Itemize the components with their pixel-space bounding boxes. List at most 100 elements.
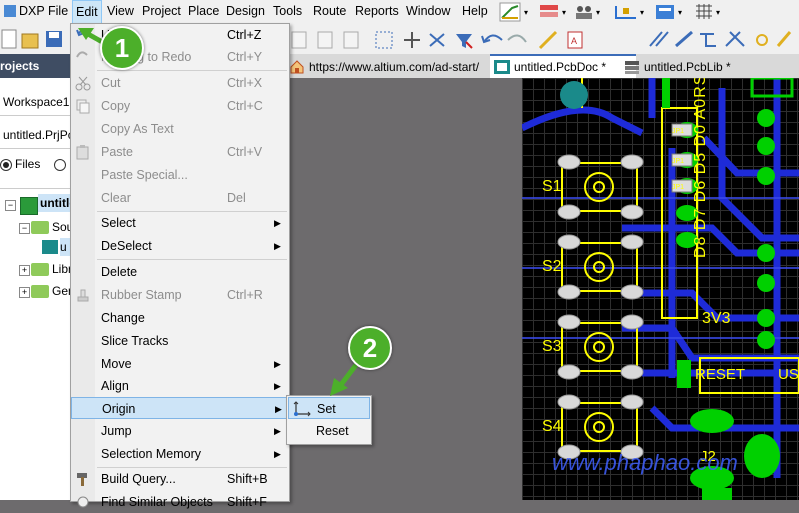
pcb-pin-label: D7 [692, 207, 709, 231]
pcb-pin-label: D0 [692, 123, 709, 147]
tab-pcbdoc[interactable]: untitled.PcbDoc * [490, 54, 636, 78]
menu-deselect[interactable]: DeSelect ▶ [71, 235, 289, 257]
tab-pcbdoc-label: untitled.PcbDoc * [514, 60, 607, 74]
menu-move[interactable]: Move ▶ [71, 353, 289, 375]
panel-divider [0, 188, 70, 189]
menu-rubber-stamp[interactable]: Rubber Stamp Ctrl+R [71, 284, 289, 306]
edit-menu-dropdown: UndoCtrl+Z Nothing to RedoCtrl+Y CutCtrl… [70, 23, 290, 509]
pcb-pin-labels: D8 D7 D6 D5 D0 A0RST [692, 78, 722, 308]
tree-item-pcbdoc[interactable]: u [60, 238, 70, 256]
svg-text:A: A [571, 36, 577, 46]
pcbdoc-icon [494, 60, 510, 74]
watermark: www.phaphao.com [552, 450, 738, 475]
pcb-label-jp1: JP1 [672, 128, 685, 135]
menu-build-query[interactable]: Build Query... Shift+B [71, 468, 289, 490]
tree-expand-toggle[interactable]: + [19, 287, 30, 298]
submenu-arrow-icon: ▶ [274, 218, 281, 228]
reports-menu[interactable]: Reports [355, 4, 399, 18]
menu-clear[interactable]: Clear Del [71, 187, 289, 209]
origin-set-icon [293, 401, 311, 417]
menu-select[interactable]: Select ▶ [71, 212, 289, 234]
svg-text:▾: ▾ [524, 8, 528, 17]
menubar: DXP File Edit View Project Place Design … [0, 0, 799, 25]
design-menu[interactable]: Design [226, 4, 265, 18]
projects-panel-title: rojects [0, 54, 70, 78]
menu-origin[interactable]: Origin ▶ [71, 397, 289, 419]
menu-slice-tracks[interactable]: Slice Tracks [71, 330, 289, 352]
stamp-icon [77, 289, 89, 302]
project-label[interactable]: untitled.PrjPc [3, 128, 74, 142]
menu-paste-special[interactable]: Paste Special... [71, 164, 289, 186]
tab-home-label: https://www.altium.com/ad-start/ [309, 60, 480, 74]
menubar-toolbar-icons: ▾ ▾ ▾ ▾ ▾ ▾ [499, 2, 720, 22]
svg-text:▾: ▾ [640, 8, 644, 17]
menu-separator [97, 259, 287, 260]
pcb-green-pads [662, 78, 794, 500]
submenu-arrow-icon: ▶ [275, 404, 282, 414]
pcb-canvas[interactable]: S1 S2 S3 S4 JP1 JP1 JP1 D8 D7 D6 D5 D0 A… [522, 78, 799, 500]
tab-pcblib[interactable]: untitled.PcbLib * [620, 56, 774, 78]
pcb-label-s2: S2 [542, 258, 562, 275]
pcb-pin-label: RST [692, 78, 709, 98]
scissors-icon [75, 76, 91, 91]
pcb-label-s1: S1 [542, 178, 562, 195]
panel-divider [0, 148, 70, 149]
edit-menu[interactable]: Edit [72, 0, 102, 24]
pcb-label-s3: S3 [542, 338, 562, 355]
place-menu[interactable]: Place [188, 4, 219, 18]
menu-selection-memory[interactable]: Selection Memory ▶ [71, 443, 289, 465]
menu-find-similar[interactable]: Find Similar Objects Shift+F [71, 491, 289, 513]
menu-change[interactable]: Change [71, 307, 289, 329]
tree-expand-toggle[interactable]: + [19, 265, 30, 276]
pcb-layout [522, 78, 799, 500]
structure-radio[interactable] [54, 159, 66, 171]
menu-paste[interactable]: Paste Ctrl+V [71, 141, 289, 163]
projects-panel [0, 54, 71, 500]
menu-origin-set[interactable]: Set [288, 397, 370, 419]
svg-text:▾: ▾ [596, 8, 600, 17]
route-menu[interactable]: Route [313, 4, 346, 18]
tab-pcblib-label: untitled.PcbLib * [644, 60, 731, 74]
menu-align[interactable]: Align ▶ [71, 375, 289, 397]
menu-copy-as-text[interactable]: Copy As Text [71, 118, 289, 140]
folder-icon [31, 263, 49, 276]
document-tabs: https://www.altium.com/ad-start/ untitle… [285, 54, 799, 78]
menu-cut[interactable]: Cut Ctrl+X [71, 72, 289, 94]
tools-menu[interactable]: Tools [273, 4, 302, 18]
pcbdoc-icon [42, 240, 58, 254]
dxp-menu[interactable]: DXP [4, 4, 45, 18]
hammer-icon [77, 473, 87, 486]
svg-text:▾: ▾ [678, 8, 682, 17]
svg-text:▾: ▾ [562, 8, 566, 17]
pcb-pin-label: A0 [692, 97, 709, 120]
tab-home[interactable]: https://www.altium.com/ad-start/ [285, 56, 499, 78]
tree-item-libraries[interactable]: Libr [52, 262, 72, 276]
redo-icon [76, 51, 88, 58]
pcb-label-jp1: JP1 [672, 184, 685, 191]
pcb-label-3v3: 3V3 [702, 310, 731, 327]
pcb-label-jp1: JP1 [672, 158, 685, 165]
project-menu[interactable]: Project [142, 4, 181, 18]
tree-collapse-toggle[interactable]: − [5, 200, 16, 211]
svg-text:▾: ▾ [716, 8, 720, 17]
help-menu[interactable]: Help [462, 4, 488, 18]
tree-collapse-toggle[interactable]: − [19, 223, 30, 234]
menu-delete[interactable]: Delete [71, 261, 289, 283]
menu-copy[interactable]: Copy Ctrl+C [71, 95, 289, 117]
file-menu[interactable]: File [48, 4, 68, 18]
step-2-badge: 2 [348, 326, 392, 370]
menu-origin-reset[interactable]: Reset [288, 420, 370, 442]
panel-divider [0, 115, 70, 116]
window-menu[interactable]: Window [406, 4, 450, 18]
pcb-label-us: US [778, 366, 799, 383]
pcb-label-reset: RESET [695, 366, 746, 383]
pcb-pin-label: D6 [692, 179, 709, 203]
step-1-badge: 1 [100, 26, 144, 70]
folder-icon [31, 221, 49, 234]
home-icon [290, 60, 304, 74]
files-radio[interactable] [0, 159, 12, 171]
files-radio-label: Files [15, 157, 41, 171]
view-menu[interactable]: View [107, 4, 134, 18]
menu-jump[interactable]: Jump ▶ [71, 420, 289, 442]
menu-separator [97, 70, 287, 71]
